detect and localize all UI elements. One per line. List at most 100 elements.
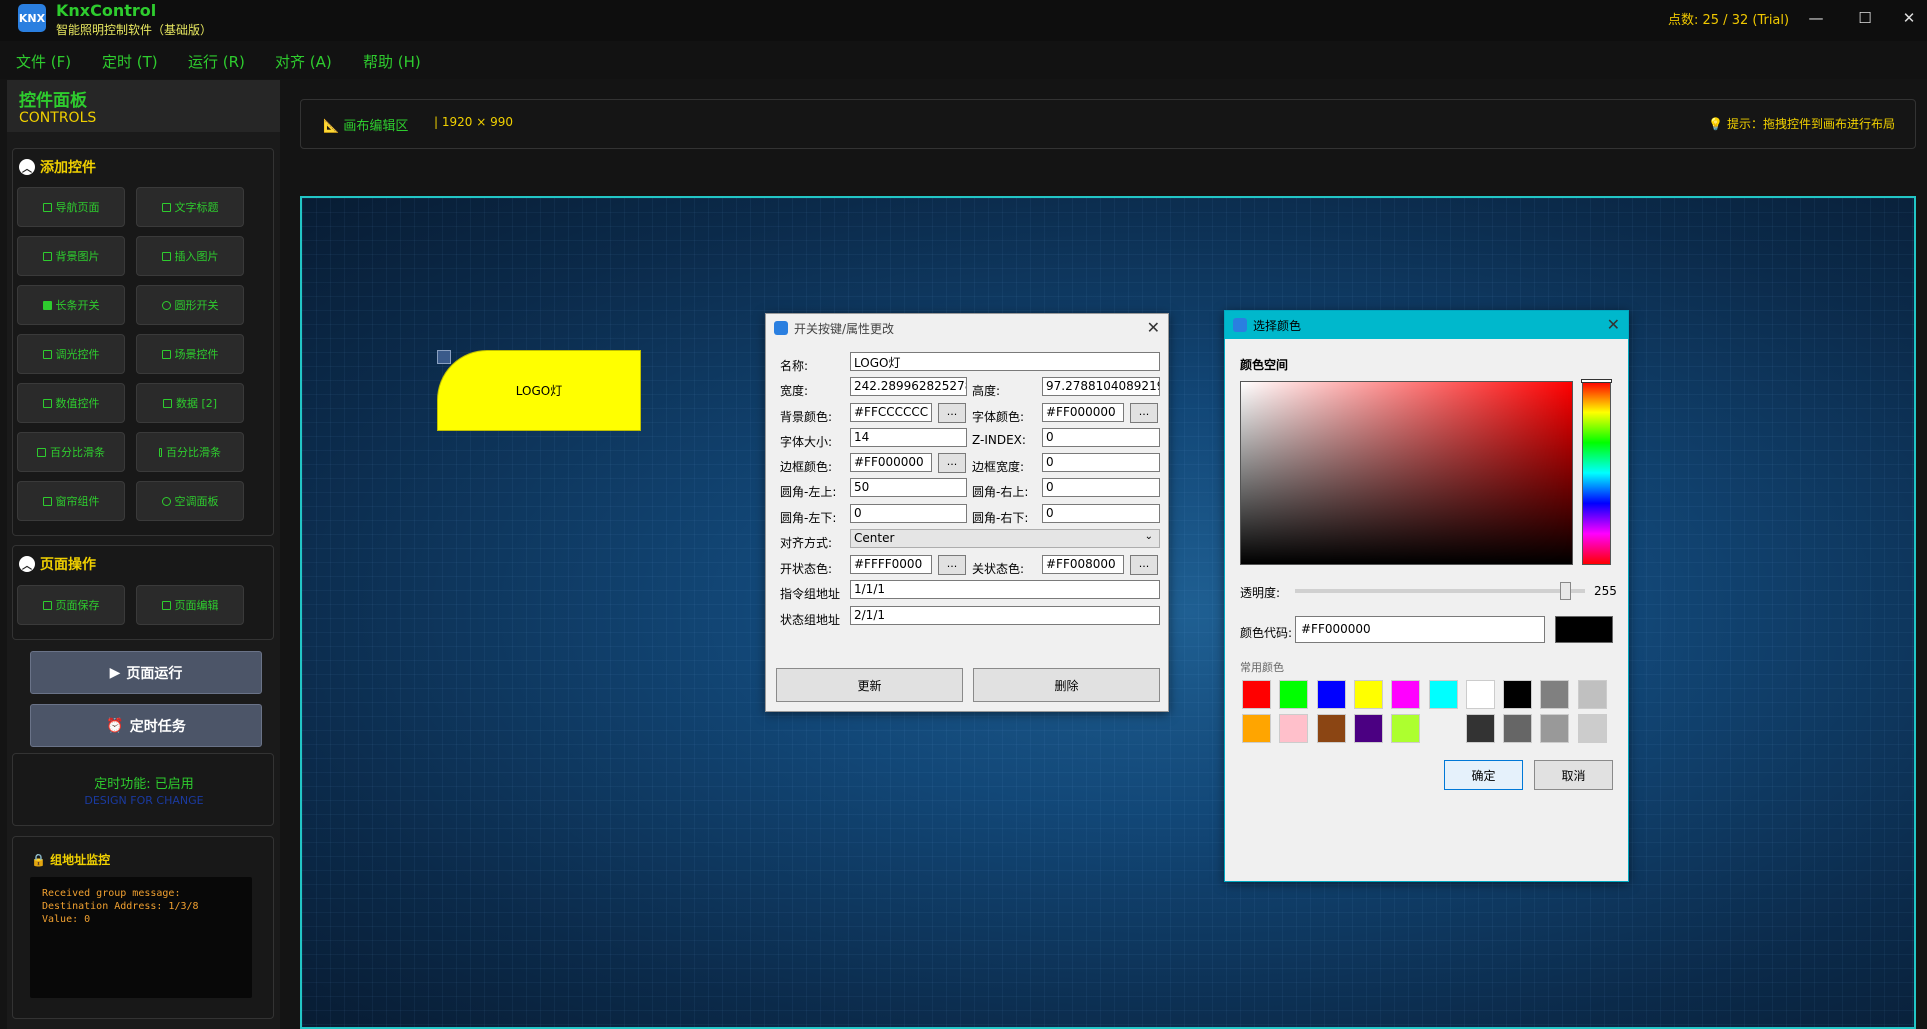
align-label: 对齐方式: bbox=[780, 536, 833, 550]
bg-color-picker-button[interactable]: ... bbox=[938, 403, 966, 423]
color-swatch[interactable] bbox=[1353, 680, 1383, 709]
color-swatch[interactable] bbox=[1465, 714, 1495, 743]
app-icon bbox=[774, 321, 788, 335]
color-preview bbox=[1555, 616, 1613, 643]
hue-handle[interactable] bbox=[1581, 379, 1612, 383]
add-controls-title[interactable]: ︿ 添加控件 bbox=[19, 157, 96, 177]
add-round-switch-button[interactable]: 圆形开关 bbox=[136, 285, 244, 325]
color-swatch[interactable] bbox=[1428, 714, 1458, 743]
z-index-field[interactable]: 0 bbox=[1042, 428, 1160, 447]
radius-bl-field[interactable]: 0 bbox=[850, 504, 967, 523]
add-value-button[interactable]: 数值控件 bbox=[17, 383, 125, 423]
property-dialog-titlebar[interactable]: 开关按键/属性更改 bbox=[766, 314, 1168, 342]
color-swatch[interactable] bbox=[1242, 680, 1271, 709]
group-monitor-panel: 🔒 组地址监控 Received group message: Destinat… bbox=[12, 836, 274, 1019]
menu-timer[interactable]: 定时 (T) bbox=[102, 51, 158, 72]
page-save-button[interactable]: 页面保存 bbox=[17, 585, 125, 625]
canvas-title: 📐 画布编辑区 bbox=[323, 115, 408, 134]
delete-button[interactable]: 删除 bbox=[973, 668, 1160, 702]
add-text-title-button[interactable]: 文字标题 bbox=[136, 187, 244, 227]
page-run-button[interactable]: ▶ 页面运行 bbox=[30, 651, 262, 694]
scheduled-task-button[interactable]: ⏰ 定时任务 bbox=[30, 704, 262, 747]
border-width-field[interactable]: 0 bbox=[1042, 453, 1160, 472]
add-curtain-button[interactable]: 窗帘组件 bbox=[17, 481, 125, 521]
border-color-picker-button[interactable]: ... bbox=[938, 453, 966, 473]
color-swatch[interactable] bbox=[1316, 714, 1346, 743]
color-swatch[interactable] bbox=[1503, 714, 1533, 743]
logo-light-switch-widget[interactable]: LOGO灯 bbox=[437, 350, 641, 431]
maximize-button[interactable]: ☐ bbox=[1855, 8, 1875, 28]
color-dialog-titlebar[interactable]: 选择颜色 bbox=[1225, 311, 1628, 339]
state-addr-field[interactable]: 2/1/1 bbox=[850, 606, 1160, 625]
saturation-value-area[interactable] bbox=[1240, 381, 1573, 565]
insert-image-button[interactable]: 插入图片 bbox=[136, 236, 244, 276]
on-color-picker-button[interactable]: ... bbox=[938, 555, 966, 575]
add-bg-image-button[interactable]: 背景图片 bbox=[17, 236, 125, 276]
hue-slider[interactable] bbox=[1582, 381, 1611, 565]
page-ops-title[interactable]: ︿ 页面操作 bbox=[19, 554, 96, 574]
add-ac-panel-button[interactable]: 空调面板 bbox=[136, 481, 244, 521]
color-swatch[interactable] bbox=[1428, 680, 1458, 709]
height-field[interactable]: 97.27881040892191 bbox=[1042, 377, 1160, 396]
add-percent-slider-vertical-button[interactable]: 百分比滑条 bbox=[136, 432, 244, 472]
color-swatch[interactable] bbox=[1279, 714, 1309, 743]
color-swatch[interactable] bbox=[1279, 680, 1309, 709]
resize-handle[interactable] bbox=[437, 350, 451, 364]
schedule-status-panel: 定时功能: 已启用 DESIGN FOR CHANGE bbox=[12, 753, 274, 826]
ok-button[interactable]: 确定 bbox=[1444, 760, 1523, 790]
color-swatch[interactable] bbox=[1391, 714, 1421, 743]
alpha-slider-track[interactable] bbox=[1295, 589, 1585, 593]
minimize-button[interactable]: — bbox=[1806, 8, 1826, 28]
color-swatch[interactable] bbox=[1391, 680, 1421, 709]
color-swatch[interactable] bbox=[1503, 680, 1533, 709]
add-nav-page-button[interactable]: 导航页面 bbox=[17, 187, 125, 227]
off-color-picker-button[interactable]: ... bbox=[1130, 555, 1158, 575]
border-color-field[interactable]: #FF000000 bbox=[850, 453, 932, 472]
alpha-slider-handle[interactable] bbox=[1560, 582, 1571, 600]
font-size-field[interactable]: 14 bbox=[850, 428, 967, 447]
add-data-button[interactable]: 数据 [2] bbox=[136, 383, 244, 423]
color-swatch[interactable] bbox=[1353, 714, 1383, 743]
radius-tl-field[interactable]: 50 bbox=[850, 478, 967, 497]
color-swatch[interactable] bbox=[1577, 680, 1607, 709]
color-swatch[interactable] bbox=[1465, 680, 1495, 709]
monitor-console[interactable]: Received group message: Destination Addr… bbox=[30, 877, 252, 998]
menu-run[interactable]: 运行 (R) bbox=[188, 51, 245, 72]
name-field[interactable]: LOGO灯 bbox=[850, 352, 1160, 371]
on-color-field[interactable]: #FFFF0000 bbox=[850, 555, 932, 574]
font-color-picker-button[interactable]: ... bbox=[1130, 403, 1158, 423]
menu-help[interactable]: 帮助 (H) bbox=[363, 51, 421, 72]
color-swatch[interactable] bbox=[1540, 680, 1570, 709]
radius-tr-label: 圆角-右上: bbox=[972, 485, 1029, 499]
color-code-field[interactable]: #FF000000 bbox=[1295, 616, 1545, 643]
close-icon[interactable]: ✕ bbox=[1607, 315, 1620, 334]
radius-tr-field[interactable]: 0 bbox=[1042, 478, 1160, 497]
close-icon[interactable]: ✕ bbox=[1147, 318, 1160, 337]
menu-file[interactable]: 文件 (F) bbox=[16, 51, 71, 72]
dialog-title: 选择颜色 bbox=[1253, 318, 1302, 333]
cmd-addr-field[interactable]: 1/1/1 bbox=[850, 580, 1160, 599]
color-swatch[interactable] bbox=[1242, 714, 1271, 743]
close-window-button[interactable]: ✕ bbox=[1899, 8, 1919, 28]
bg-color-field[interactable]: #FFCCCCCC bbox=[850, 403, 932, 422]
off-color-field[interactable]: #FF008000 bbox=[1042, 555, 1124, 574]
page-icon bbox=[42, 202, 52, 212]
add-scene-button[interactable]: 场景控件 bbox=[136, 334, 244, 374]
add-percent-slider-button[interactable]: 百分比滑条 bbox=[17, 432, 125, 472]
color-swatch[interactable] bbox=[1577, 714, 1607, 743]
radius-br-field[interactable]: 0 bbox=[1042, 504, 1160, 523]
add-dimmer-button[interactable]: 调光控件 bbox=[17, 334, 125, 374]
schedule-link[interactable]: DESIGN FOR CHANGE bbox=[13, 794, 275, 807]
color-swatch[interactable] bbox=[1540, 714, 1570, 743]
page-edit-button[interactable]: 页面编辑 bbox=[136, 585, 244, 625]
align-select[interactable]: Center ⌄ bbox=[850, 529, 1160, 548]
menu-align[interactable]: 对齐 (A) bbox=[275, 51, 332, 72]
add-bar-switch-button[interactable]: 长条开关 bbox=[17, 285, 125, 325]
color-swatch[interactable] bbox=[1316, 680, 1346, 709]
cancel-button[interactable]: 取消 bbox=[1534, 760, 1613, 790]
button-label: 数值控件 bbox=[55, 397, 100, 410]
width-field[interactable]: 242.28996282527877 bbox=[850, 377, 967, 396]
button-label: 文字标题 bbox=[174, 201, 219, 214]
font-color-field[interactable]: #FF000000 bbox=[1042, 403, 1124, 422]
update-button[interactable]: 更新 bbox=[776, 668, 963, 702]
